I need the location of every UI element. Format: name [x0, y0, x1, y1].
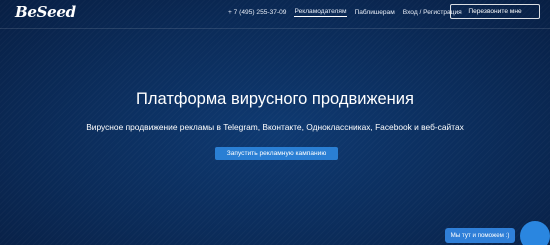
nav-item-publishers[interactable]: Паблишерам: [355, 9, 395, 16]
callback-button[interactable]: Перезвоните мне: [450, 4, 540, 19]
chat-icon[interactable]: [520, 221, 550, 245]
top-nav: + 7 (495) 255-37-09 Рекламодателям Пабли…: [228, 8, 470, 17]
site-header: BeSeed + 7 (495) 255-37-09 Рекламодателя…: [0, 0, 550, 29]
phone-link[interactable]: + 7 (495) 255-37-09: [228, 9, 286, 16]
chat-help-label[interactable]: Мы тут и поможем :): [445, 228, 515, 243]
logo[interactable]: BeSeed: [15, 3, 76, 21]
nav-item-advertisers[interactable]: Рекламодателям: [294, 8, 347, 17]
hero-subtitle: Вирусное продвижение рекламы в Telegram,…: [86, 122, 464, 132]
landing-page: BeSeed + 7 (495) 255-37-09 Рекламодателя…: [0, 0, 550, 245]
launch-campaign-button[interactable]: Запустить рекламную кампанию: [215, 147, 338, 160]
hero-title: Платформа вирусного продвижения: [136, 90, 414, 108]
